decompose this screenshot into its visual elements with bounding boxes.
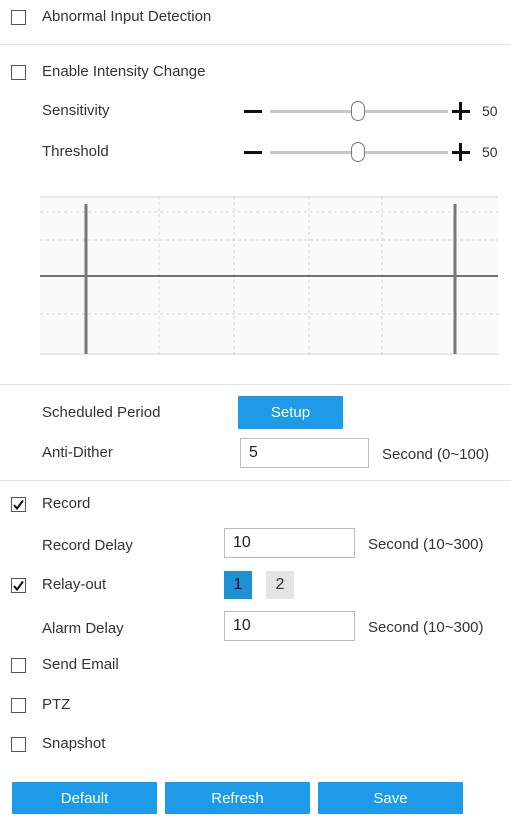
threshold-label: Threshold — [42, 143, 109, 160]
relay-output-2-button[interactable]: 2 — [266, 571, 294, 599]
threshold-minus-icon[interactable] — [244, 151, 262, 154]
alarm-delay-label: Alarm Delay — [42, 620, 124, 637]
ptz-checkbox[interactable] — [11, 698, 26, 713]
send-email-checkbox[interactable] — [11, 658, 26, 673]
record-delay-label: Record Delay — [42, 537, 133, 554]
refresh-button[interactable]: Refresh — [165, 782, 310, 814]
checkmark-icon — [13, 499, 24, 511]
abnormal-input-checkbox[interactable] — [11, 10, 26, 25]
setup-button[interactable]: Setup — [238, 396, 343, 429]
divider — [0, 384, 511, 385]
ptz-label: PTZ — [42, 696, 71, 713]
snapshot-label: Snapshot — [42, 735, 106, 752]
relay-out-label: Relay-out — [42, 576, 107, 593]
sensitivity-value: 50 — [482, 103, 498, 119]
divider — [0, 480, 511, 481]
intensity-graph — [40, 196, 498, 356]
abnormal-input-label: Abnormal Input Detection — [42, 8, 212, 25]
save-button[interactable]: Save — [318, 782, 463, 814]
record-checkbox[interactable] — [11, 497, 26, 512]
threshold-plus-icon-vertical[interactable] — [459, 143, 462, 161]
default-button[interactable]: Default — [12, 782, 157, 814]
record-delay-input[interactable]: 10 — [224, 528, 355, 558]
divider — [0, 44, 511, 45]
sensitivity-plus-icon-vertical[interactable] — [459, 102, 462, 120]
intensity-change-label: Enable Intensity Change — [42, 63, 206, 80]
intensity-change-checkbox[interactable] — [11, 65, 26, 80]
sensitivity-slider-handle[interactable] — [351, 101, 365, 121]
snapshot-checkbox[interactable] — [11, 737, 26, 752]
anti-dither-unit: Second (0~100) — [382, 446, 490, 463]
sensitivity-label: Sensitivity — [42, 102, 110, 119]
record-label: Record — [42, 495, 91, 512]
send-email-label: Send Email — [42, 656, 119, 673]
anti-dither-label: Anti-Dither — [42, 444, 113, 461]
scheduled-period-label: Scheduled Period — [42, 404, 161, 421]
sensitivity-minus-icon[interactable] — [244, 110, 262, 113]
checkmark-icon — [13, 580, 24, 592]
relay-out-checkbox[interactable] — [11, 578, 26, 593]
threshold-value: 50 — [482, 144, 498, 160]
threshold-slider-handle[interactable] — [351, 142, 365, 162]
alarm-delay-unit: Second (10~300) — [368, 619, 484, 636]
record-delay-unit: Second (10~300) — [368, 536, 484, 553]
alarm-delay-input[interactable]: 10 — [224, 611, 355, 641]
anti-dither-input[interactable]: 5 — [240, 438, 369, 468]
relay-output-1-button[interactable]: 1 — [224, 571, 252, 599]
